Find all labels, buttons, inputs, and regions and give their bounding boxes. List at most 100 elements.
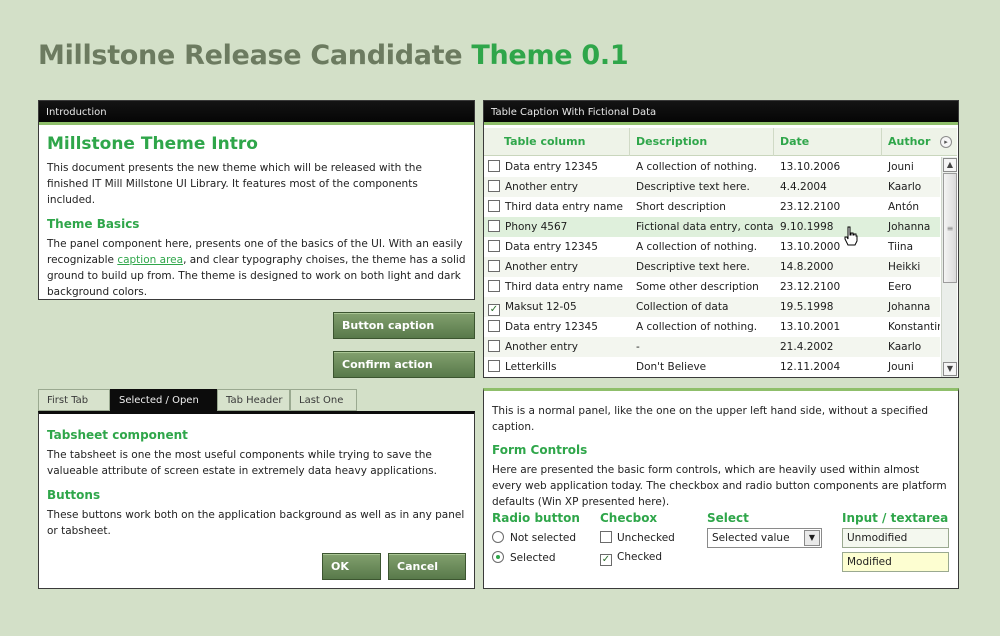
cell-description: A collection of nothing. [630,317,774,337]
cell-author-text: Tiina [888,241,914,253]
intro-heading: Millstone Theme Intro [47,134,258,154]
cell-author-text: Johanna [888,221,931,233]
tab-first[interactable]: First Tab [38,389,110,411]
table-row[interactable]: Third data entry name Short description 23… [484,197,940,217]
scroll-down-icon[interactable]: ▼ [943,362,957,376]
intro-panel-caption: Introduction [39,101,474,125]
scroll-thumb[interactable]: ≡ [943,173,957,283]
column-header-description[interactable]: Description [630,128,774,156]
cell-author-text: Antón [888,201,920,213]
button-caption-button[interactable]: Button caption [333,312,475,339]
tab-last-one[interactable]: Last One [290,389,357,411]
cell-table-column-text: Another entry [505,181,578,193]
cell-date-text: 23.12.2100 [780,201,841,213]
cell-date-text: 23.12.2100 [780,281,841,293]
table-scrollbar[interactable]: ▲ ≡ ▼ [941,157,957,377]
checkbox-unchecked[interactable]: Unchecked [600,531,675,544]
table-row[interactable]: ✓ Maksut 12-05 Collection of data 19.5.1998… [484,297,940,317]
radio-on-icon[interactable] [492,551,504,563]
table-row[interactable]: Another entry - 21.4.2002 Kaarlo [484,337,940,357]
cell-author-text: Heikki [888,261,921,273]
table-row[interactable]: Data entry 12345 A collection of nothing.… [484,237,940,257]
row-checkbox-icon[interactable] [488,240,500,252]
table-row[interactable]: Data entry 12345 A collection of nothing.… [484,317,940,337]
cell-author-text: Konstantin [888,321,940,333]
row-checkbox-icon[interactable] [488,320,500,332]
radio-selected[interactable]: Selected [492,551,580,564]
row-checkbox-icon[interactable] [488,360,500,372]
select-dropdown[interactable]: Selected value ▼ [707,528,822,548]
checkbox-off-icon[interactable] [600,531,612,543]
radio-off-icon[interactable] [492,531,504,543]
checkbox-checked-label: Checked [617,551,663,563]
cell-table-column: Letterkills [484,357,630,377]
cell-author: Heikki [882,257,940,277]
row-checkbox-icon[interactable] [488,280,500,292]
radio-not-selected[interactable]: Not selected [492,531,580,544]
checkbox-unchecked-label: Unchecked [617,532,675,544]
scroll-up-icon[interactable]: ▲ [943,158,957,172]
cell-description-text: Collection of data [636,301,729,313]
radio-group: Radio button Not selected Selected [492,511,580,564]
buttons-heading: Buttons [47,488,101,502]
cell-author: Kaarlo [882,177,940,197]
cell-author-text: Eero [888,281,912,293]
checkbox-group: Checbox Unchecked ✓ Checked [600,511,675,566]
form-controls-heading: Form Controls [492,443,588,457]
table-row[interactable]: Third data entry name Some other descript… [484,277,940,297]
cell-date-text: 21.4.2002 [780,341,834,353]
cell-author: Konstantin [882,317,940,337]
table-row[interactable]: Data entry 12345 A collection of nothing.… [484,157,940,177]
checkmark-icon[interactable]: ✓ [600,554,612,566]
cell-author: Johanna [882,297,940,317]
input-modified[interactable]: Modified [842,552,949,572]
column-header-date[interactable]: Date [774,128,882,156]
cell-table-column: Phony 4567 [484,217,630,237]
cell-description: - [630,337,774,357]
caption-area-link[interactable]: caption area [117,254,183,266]
cell-date-text: 19.5.1998 [780,301,834,313]
row-checkbox-icon[interactable] [488,220,500,232]
radio-selected-label: Selected [510,552,556,564]
input-unmodified[interactable]: Unmodified [842,528,949,548]
cell-table-column: Data entry 12345 [484,237,630,257]
cell-description-text: Fictional data entry, containing [636,221,774,233]
cell-date: 13.10.2006 [774,157,882,177]
buttons-paragraph: These buttons work both on the applicati… [47,509,465,537]
row-checkbox-icon[interactable] [488,180,500,192]
page-title: Millstone Release Candidate Theme 0.1 [38,40,629,71]
column-header-table-column[interactable]: Table column [484,128,630,156]
row-checkmark-icon[interactable]: ✓ [488,304,500,316]
cell-author-text: Kaarlo [888,341,922,353]
cell-date: 21.4.2002 [774,337,882,357]
cell-description: Descriptive text here. [630,257,774,277]
table-row[interactable]: Letterkills Don't Believe 12.11.2004 Jouni [484,357,940,377]
tab-header[interactable]: Tab Header [217,389,290,411]
cancel-button[interactable]: Cancel [388,553,466,580]
row-checkbox-icon[interactable] [488,260,500,272]
checkbox-checked[interactable]: ✓ Checked [600,551,675,566]
column-menu-icon[interactable]: ▸ [940,136,952,148]
table-row[interactable]: Another entry Descriptive text here. 4.4.2… [484,177,940,197]
cell-description: Don't Believe [630,357,774,377]
page-title-accent: Theme 0.1 [471,40,629,71]
confirm-action-button[interactable]: Confirm action [333,351,475,378]
chevron-down-icon[interactable]: ▼ [804,530,820,546]
table-row[interactable]: Phony 4567 Fictional data entry, containi… [484,217,940,237]
cell-date-text: 13.10.2000 [780,241,841,253]
select-label: Select [707,511,749,525]
cell-table-column-text: Phony 4567 [505,221,568,233]
cell-description-text: Descriptive text here. [636,181,750,193]
row-checkbox-icon[interactable] [488,200,500,212]
ok-button[interactable]: OK [322,553,381,580]
tab-selected-open[interactable]: Selected / Open [110,389,217,411]
select-value: Selected value [712,532,790,544]
cell-date-text: 13.10.2001 [780,321,841,333]
row-checkbox-icon[interactable] [488,160,500,172]
table-row[interactable]: Another entry Descriptive text here. 14.8.… [484,257,940,277]
cell-table-column: Data entry 12345 [484,157,630,177]
cell-author: Antón [882,197,940,217]
cell-date: 23.12.2100 [774,277,882,297]
table-header: Table column Description Date Author ▸ [484,128,957,156]
row-checkbox-icon[interactable] [488,340,500,352]
